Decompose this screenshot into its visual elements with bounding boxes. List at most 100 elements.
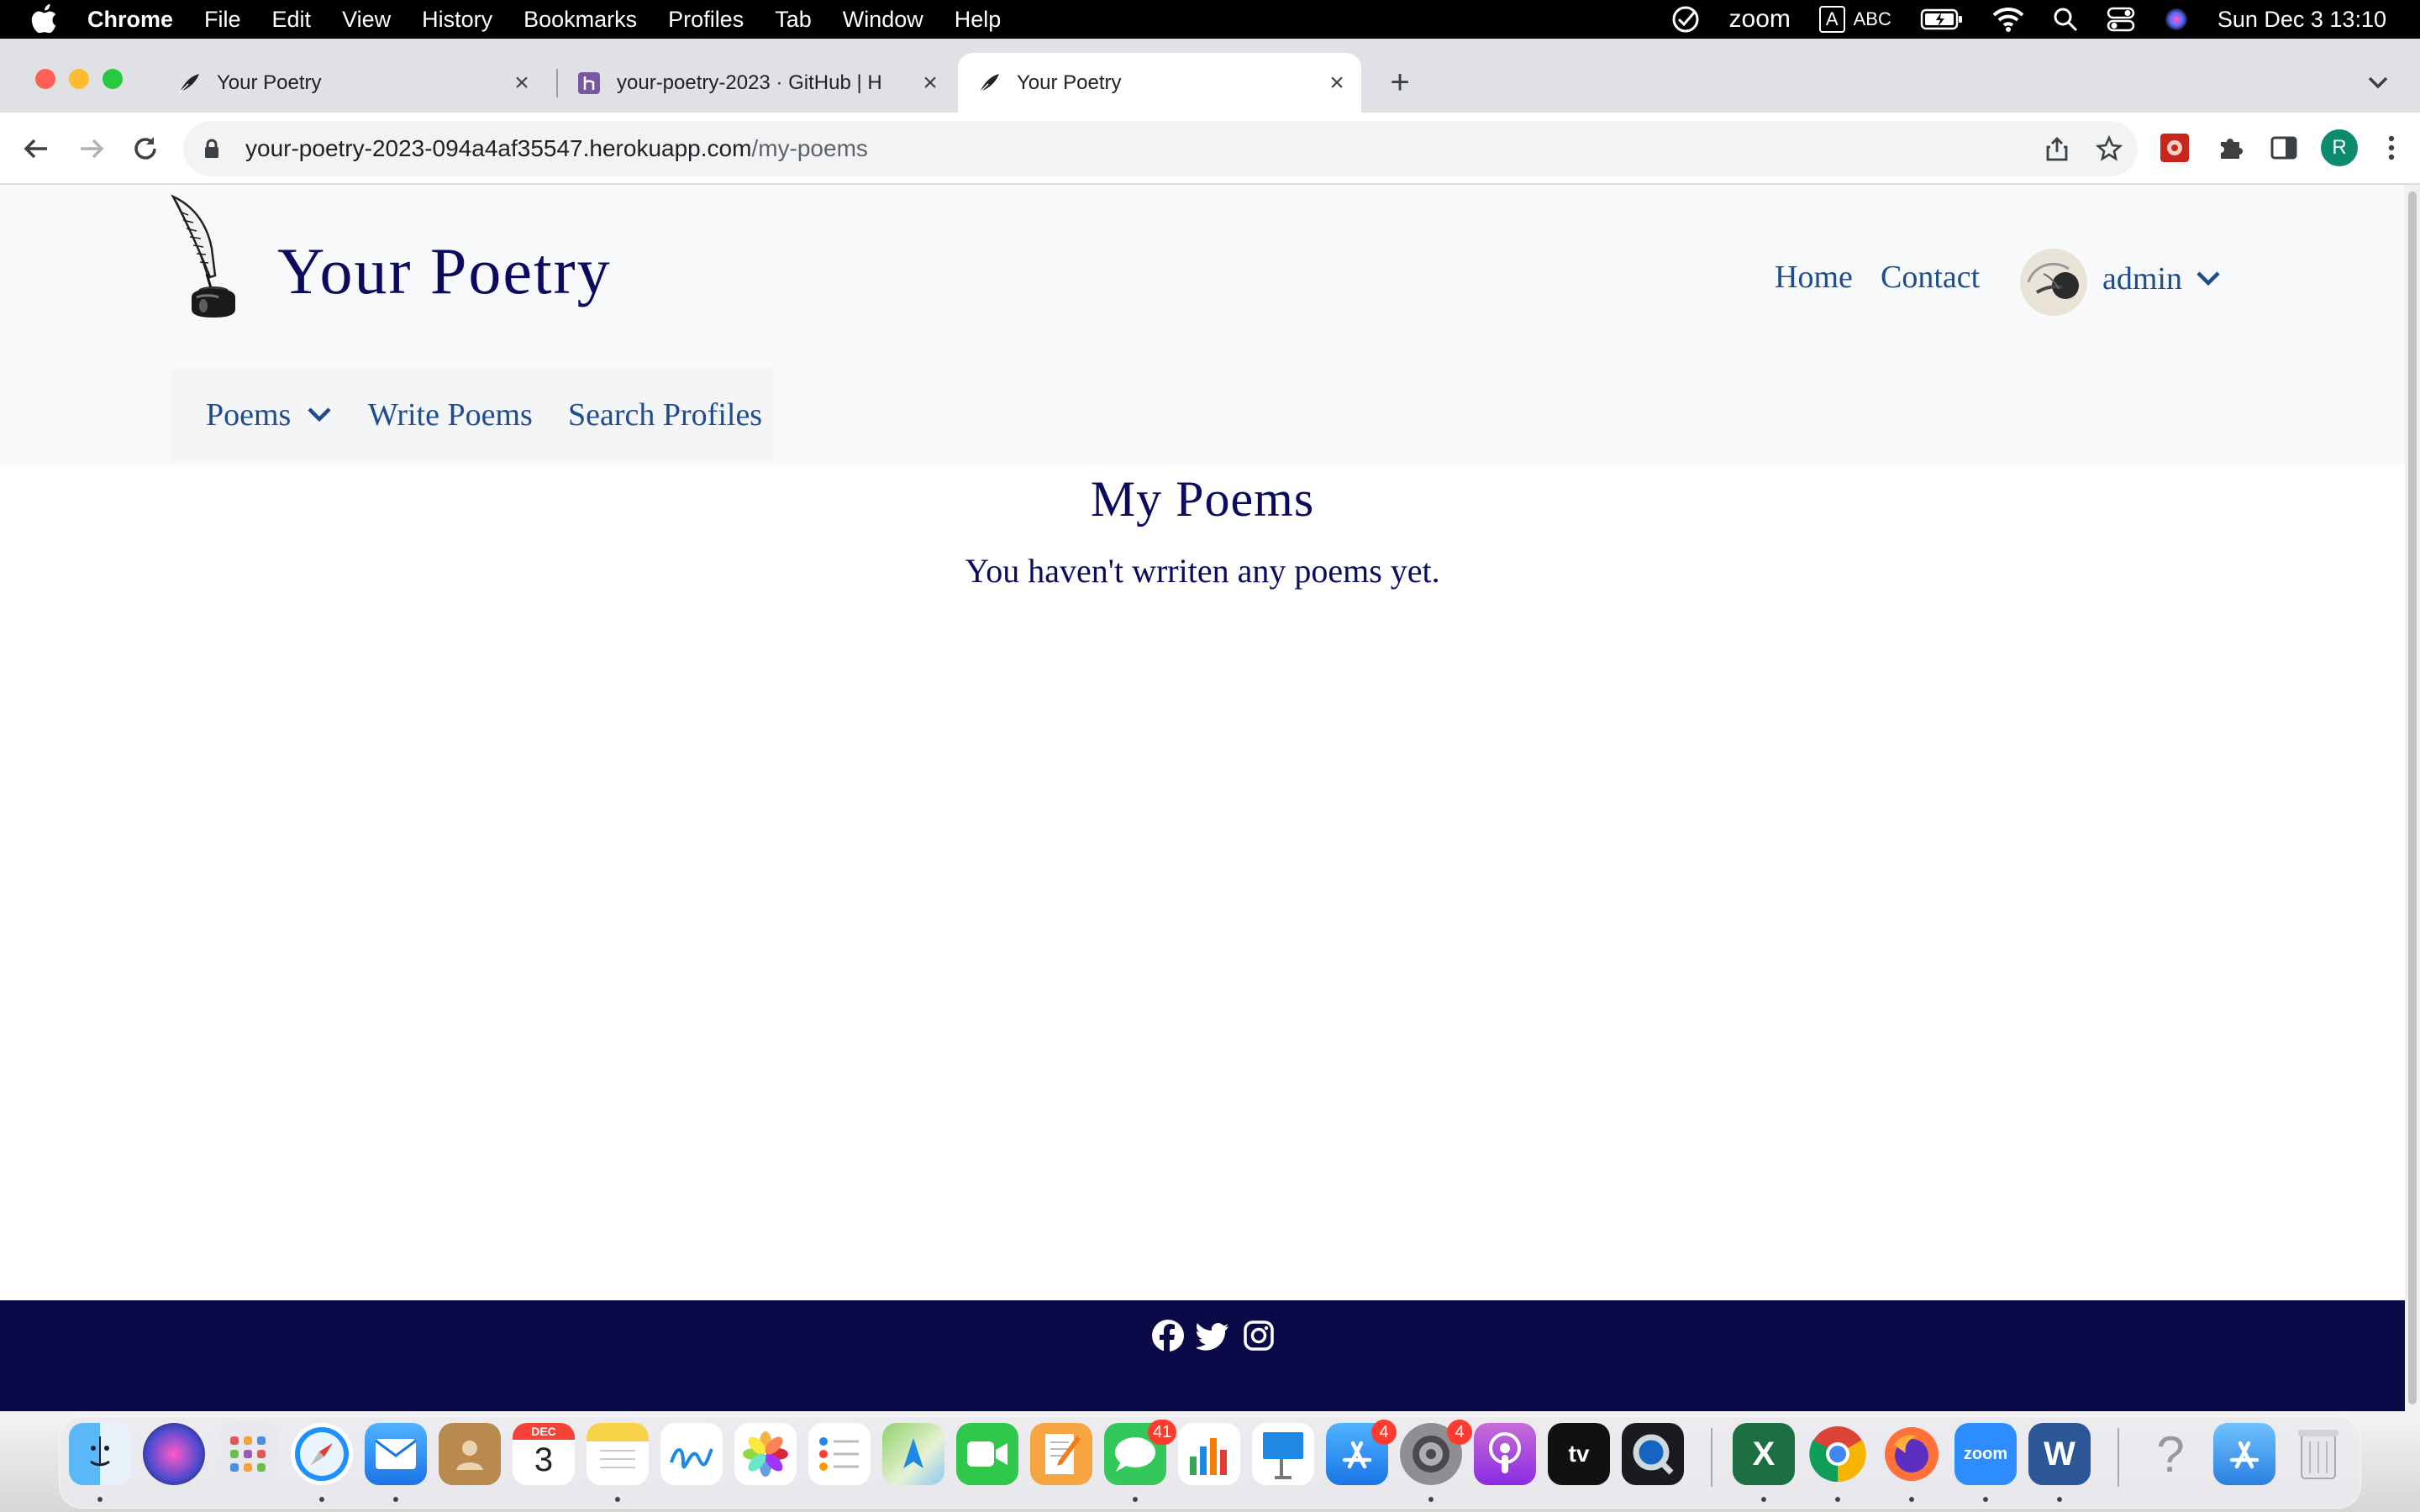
menu-profiles[interactable]: Profiles	[668, 7, 744, 33]
lock-icon[interactable]	[200, 137, 224, 160]
tab-close-button[interactable]: ×	[918, 69, 943, 97]
window-close-button[interactable]	[35, 69, 55, 89]
forward-button[interactable]	[72, 129, 111, 168]
apple-tv-label: tv	[1568, 1441, 1590, 1467]
podcasts-icon[interactable]	[1474, 1423, 1536, 1485]
bookmark-star-icon[interactable]	[2096, 135, 2123, 162]
running-indicator	[1133, 1497, 1138, 1502]
nav-home-link[interactable]: Home	[1775, 259, 1853, 296]
menu-window[interactable]: Window	[843, 7, 923, 33]
window-minimize-button[interactable]	[69, 69, 89, 89]
maps-icon[interactable]	[882, 1423, 944, 1485]
word-icon[interactable]: W	[2028, 1423, 2091, 1485]
nav-contact-link[interactable]: Contact	[1881, 259, 1980, 296]
help-unknown-icon[interactable]: ?	[2139, 1423, 2202, 1485]
keynote-icon[interactable]	[1252, 1423, 1314, 1485]
user-avatar[interactable]	[2020, 249, 2087, 316]
excel-icon[interactable]: X	[1733, 1423, 1795, 1485]
app-store-badge: 4	[1371, 1420, 1397, 1445]
extension-red-icon[interactable]	[2160, 133, 2190, 163]
photos-icon[interactable]	[734, 1423, 797, 1485]
menu-file[interactable]: File	[204, 7, 241, 33]
running-indicator	[2057, 1497, 2062, 1502]
calendar-month: DEC	[513, 1423, 575, 1440]
share-icon[interactable]	[2044, 135, 2070, 162]
trash-icon[interactable]	[2287, 1423, 2349, 1485]
menu-bar: Chrome File Edit View History Bookmarks …	[0, 0, 2420, 39]
tab-github-heroku[interactable]: your-poetry-2023 · GitHub | H ×	[558, 53, 955, 113]
mail-icon[interactable]	[365, 1423, 427, 1485]
tab-your-poetry-1[interactable]: Your Poetry ×	[158, 53, 546, 113]
launchpad-icon[interactable]	[217, 1423, 279, 1485]
twitter-icon[interactable]	[1197, 1319, 1230, 1352]
running-indicator	[393, 1497, 398, 1502]
window-zoom-button[interactable]	[103, 69, 123, 89]
menu-history[interactable]: History	[422, 7, 492, 33]
freeform-icon[interactable]	[660, 1423, 723, 1485]
profile-avatar[interactable]: R	[2321, 129, 2358, 166]
apple-tv-icon[interactable]: tv	[1548, 1423, 1610, 1485]
address-bar[interactable]: your-poetry-2023-094a4af35547.herokuapp.…	[183, 121, 2138, 176]
page-scrollbar-thumb[interactable]	[2408, 192, 2417, 1404]
safari-icon[interactable]	[291, 1423, 353, 1485]
running-indicator	[1428, 1497, 1434, 1502]
url-text[interactable]: your-poetry-2023-094a4af35547.herokuapp.…	[245, 135, 868, 162]
input-source-menu[interactable]: A ABC	[1818, 6, 1891, 33]
browser-menu-icon[interactable]	[2376, 133, 2407, 163]
tab-search-chevron-icon[interactable]	[2363, 69, 2393, 96]
empty-state-message: You haven't wrriten any poems yet.	[965, 552, 1440, 590]
running-indicator	[1909, 1497, 1914, 1502]
extensions-puzzle-icon[interactable]	[2215, 133, 2245, 163]
finder-icon[interactable]	[69, 1423, 131, 1485]
menu-help[interactable]: Help	[955, 7, 1002, 33]
reminders-icon[interactable]	[808, 1423, 871, 1485]
wifi-icon[interactable]	[1992, 7, 2024, 32]
firefox-icon[interactable]	[1881, 1423, 1943, 1485]
battery-icon[interactable]	[1920, 8, 1964, 31]
menu-view[interactable]: View	[342, 7, 391, 33]
new-tab-button[interactable]: +	[1383, 66, 1417, 99]
arrow-left-icon	[24, 139, 47, 159]
calendar-icon[interactable]: DEC 3	[513, 1423, 575, 1485]
tab-close-button[interactable]: ×	[509, 69, 534, 97]
user-menu-toggle[interactable]: admin	[2102, 260, 2182, 297]
tab-your-poetry-active[interactable]: Your Poetry ×	[958, 53, 1361, 113]
reload-button[interactable]	[126, 129, 165, 168]
menu-tab[interactable]: Tab	[775, 7, 812, 33]
siri-dock-icon[interactable]	[143, 1423, 205, 1485]
chevron-down-icon[interactable]	[306, 405, 333, 425]
quill-inkwell-logo[interactable]	[166, 193, 252, 319]
running-indicator	[319, 1497, 324, 1502]
site-brand-title[interactable]: Your Poetry	[277, 234, 612, 309]
control-center-icon[interactable]	[2107, 7, 2135, 32]
spotlight-search-icon[interactable]	[2053, 7, 2078, 32]
zoom-menu-item[interactable]: zoom	[1729, 5, 1791, 34]
facetime-icon[interactable]	[956, 1423, 1018, 1485]
zoom-app-icon[interactable]: zoom	[1954, 1423, 2017, 1485]
grammar-check-icon[interactable]	[1670, 4, 1701, 34]
chrome-icon[interactable]	[1807, 1423, 1869, 1485]
running-indicator	[97, 1497, 103, 1502]
numbers-icon[interactable]	[1178, 1423, 1240, 1485]
menu-app-name[interactable]: Chrome	[87, 7, 173, 33]
side-panel-icon[interactable]	[2269, 133, 2299, 163]
contacts-icon[interactable]	[439, 1423, 501, 1485]
menu-bookmarks[interactable]: Bookmarks	[523, 7, 637, 33]
back-button[interactable]	[17, 129, 55, 168]
instagram-icon[interactable]	[1242, 1319, 1276, 1352]
chevron-down-icon[interactable]	[2195, 269, 2222, 289]
nav-write-poems-link[interactable]: Write Poems	[368, 396, 533, 433]
tab-close-button[interactable]: ×	[1324, 69, 1349, 97]
nav-search-profiles-link[interactable]: Search Profiles	[568, 396, 762, 433]
app-store-folder-icon[interactable]	[2213, 1423, 2275, 1485]
facebook-icon[interactable]	[1151, 1319, 1185, 1352]
input-source-label: ABC	[1853, 8, 1891, 29]
siri-icon[interactable]	[2164, 7, 2189, 32]
menubar-clock[interactable]: Sun Dec 3 13:10	[2217, 7, 2386, 33]
notes-icon[interactable]	[587, 1423, 649, 1485]
menu-edit[interactable]: Edit	[272, 7, 312, 33]
nav-poems-dropdown[interactable]: Poems	[206, 396, 291, 433]
quicktime-icon[interactable]	[1622, 1423, 1684, 1485]
pages-icon[interactable]	[1030, 1423, 1092, 1485]
apple-logo-icon[interactable]	[30, 3, 59, 35]
